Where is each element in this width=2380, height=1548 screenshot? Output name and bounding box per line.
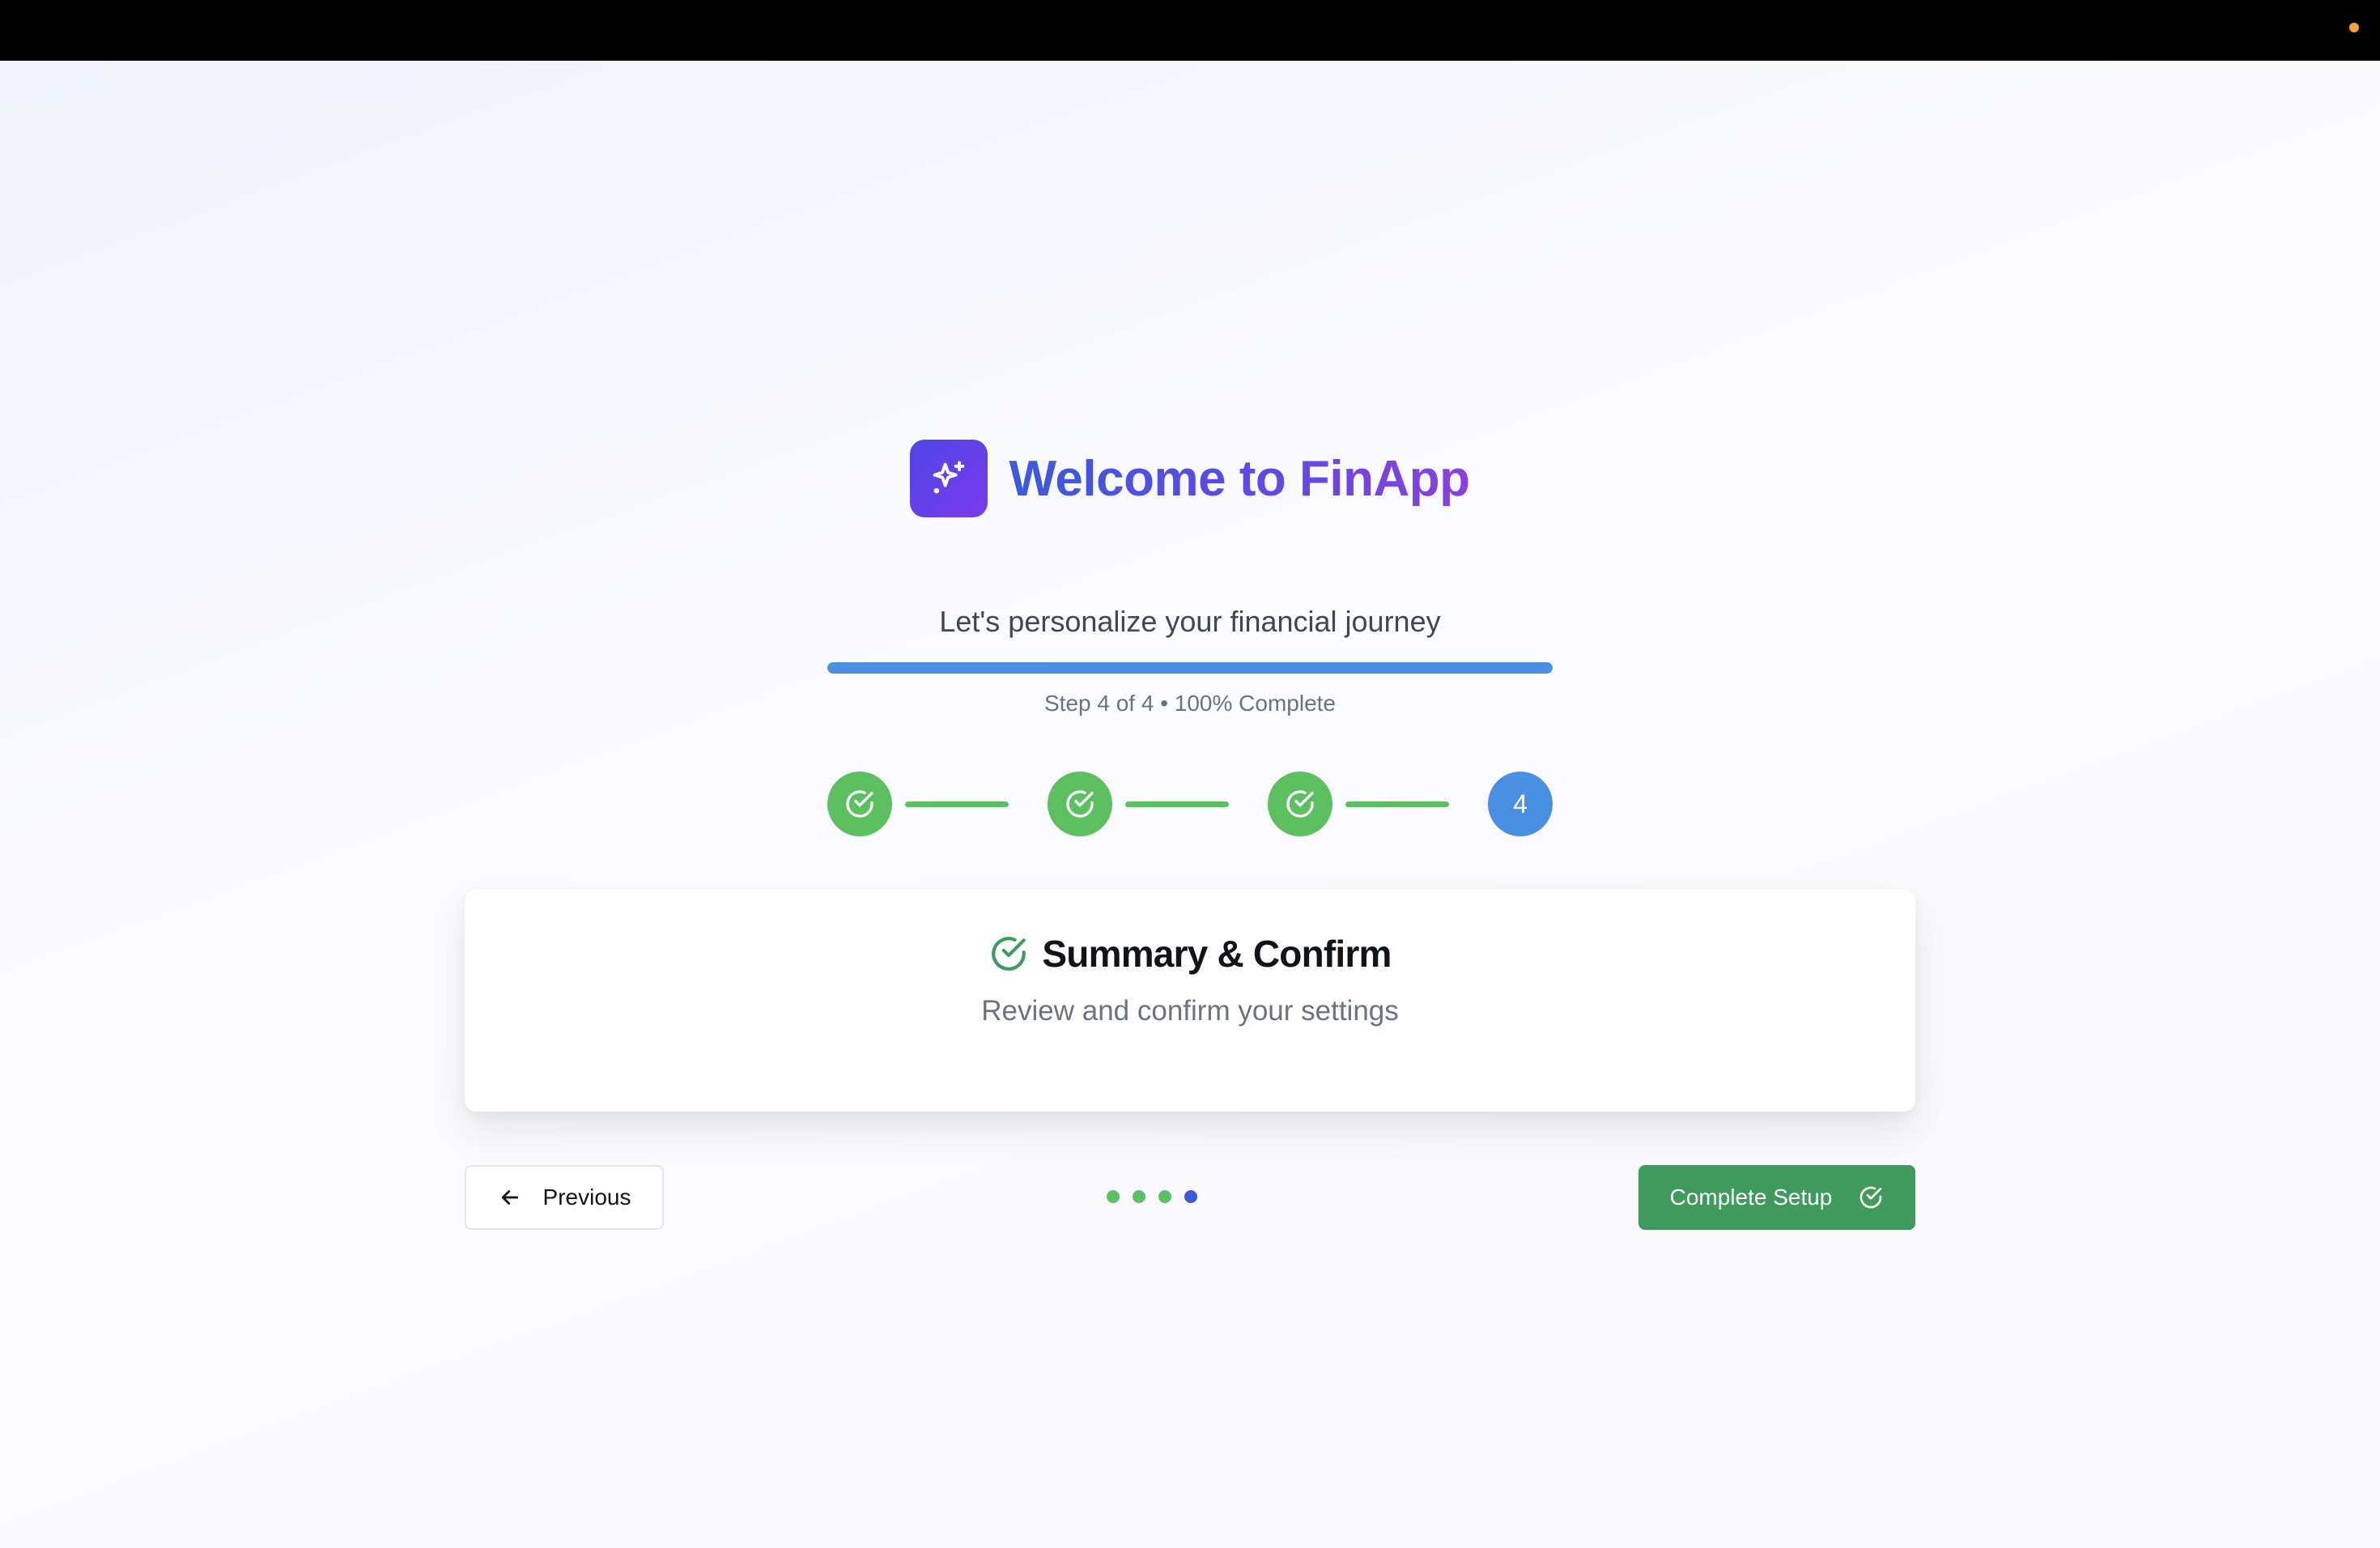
onboarding-page: Welcome to FinApp Let's personalize your… xyxy=(0,61,2380,1548)
page-dot xyxy=(1133,1190,1145,1203)
check-circle-icon xyxy=(1286,790,1314,818)
step-progress-text: Step 4 of 4 • 100% Complete xyxy=(1043,691,1337,716)
step-1-indicator xyxy=(827,772,892,836)
progress-bar-fill xyxy=(827,662,1553,674)
check-circle-icon xyxy=(1860,1186,1882,1209)
arrow-left-icon xyxy=(501,1190,518,1205)
step-connector xyxy=(1125,802,1229,807)
step-number: 4 xyxy=(1513,789,1528,819)
page-title: Welcome to FinApp xyxy=(1009,450,1470,507)
card-title: Summary & Confirm xyxy=(1042,933,1392,975)
page-dot xyxy=(1158,1190,1171,1203)
card-subtitle: Review and confirm your settings xyxy=(981,995,1399,1027)
summary-card: Summary & Confirm Review and confirm you… xyxy=(465,890,1915,1112)
app-logo xyxy=(910,440,988,517)
page-dot-current xyxy=(1184,1190,1197,1203)
step-4-indicator: 4 xyxy=(1488,772,1553,836)
complete-setup-button[interactable]: Complete Setup xyxy=(1638,1165,1915,1230)
complete-setup-label: Complete Setup xyxy=(1669,1184,1833,1210)
page-dot xyxy=(1107,1190,1120,1203)
sparkles-icon xyxy=(933,461,965,494)
progress-bar xyxy=(827,662,1553,674)
step-connector xyxy=(1345,802,1449,807)
page-subtitle: Let's personalize your financial journey xyxy=(939,605,1441,638)
step-connector xyxy=(905,802,1009,807)
check-circle-icon xyxy=(1066,790,1094,818)
step-3-indicator xyxy=(1268,772,1332,836)
check-circle-icon xyxy=(846,790,873,818)
previous-button[interactable]: Previous xyxy=(465,1165,664,1230)
step-2-indicator xyxy=(1048,772,1112,836)
previous-button-label: Previous xyxy=(542,1184,631,1210)
top-bar xyxy=(0,0,2380,61)
status-dot xyxy=(2349,23,2359,32)
header: Welcome to FinApp xyxy=(0,440,2380,517)
check-circle-icon xyxy=(992,937,1026,971)
card-header: Summary & Confirm xyxy=(465,932,1915,976)
